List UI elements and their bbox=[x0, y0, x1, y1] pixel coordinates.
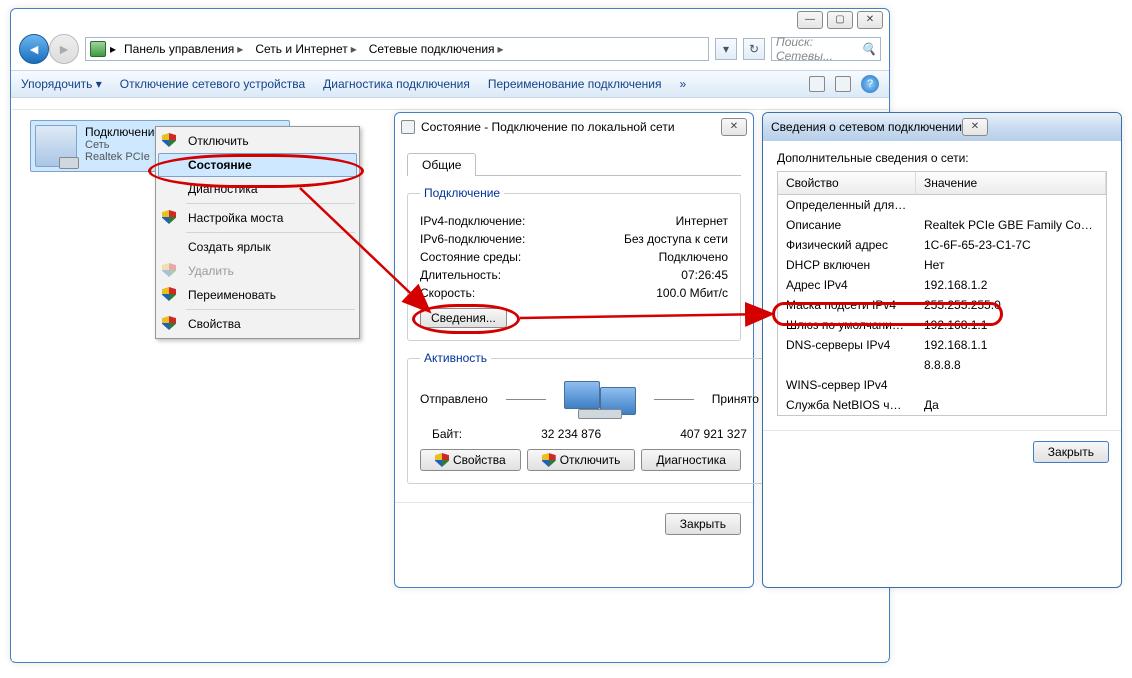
control-panel-icon bbox=[90, 41, 106, 57]
nav-back-button[interactable]: ◄ bbox=[19, 34, 49, 64]
view-options-button[interactable] bbox=[809, 76, 825, 92]
close-button[interactable]: Закрыть bbox=[1033, 441, 1109, 463]
table-row: Определенный для по... bbox=[778, 195, 1106, 215]
activity-icon bbox=[564, 381, 636, 417]
breadcrumb[interactable]: Панель управления▸ bbox=[120, 40, 247, 58]
address-bar[interactable]: ▸ Панель управления▸ Сеть и Интернет▸ Се… bbox=[85, 37, 709, 61]
close-button[interactable]: ✕ bbox=[857, 11, 883, 29]
menu-properties[interactable]: Свойства bbox=[158, 312, 357, 336]
context-menu: Отключить Состояние Диагностика Настройк… bbox=[155, 126, 360, 339]
organize-menu[interactable]: Упорядочить ▾ bbox=[21, 77, 102, 91]
details-dialog: Сведения о сетевом подключении ✕ Дополни… bbox=[762, 112, 1122, 588]
table-row: Физический адрес1C-6F-65-23-C1-7C bbox=[778, 235, 1106, 255]
menu-rename[interactable]: Переименовать bbox=[158, 283, 357, 307]
address-dropdown-button[interactable]: ▾ bbox=[715, 38, 737, 60]
details-table: Свойство Значение Определенный для по...… bbox=[777, 171, 1107, 416]
column-property[interactable]: Свойство bbox=[778, 172, 916, 194]
menu-shortcut[interactable]: Создать ярлык bbox=[158, 235, 357, 259]
close-button[interactable]: ✕ bbox=[721, 118, 747, 136]
table-row: DHCP включенНет bbox=[778, 255, 1106, 275]
refresh-button[interactable]: ↻ bbox=[743, 38, 765, 60]
diagnose-button[interactable]: Диагностика подключения bbox=[323, 77, 470, 91]
menu-diagnose[interactable]: Диагностика bbox=[158, 177, 357, 201]
table-row: Шлюз по умолчанию IP...192.168.1.1 bbox=[778, 315, 1106, 335]
shield-icon bbox=[542, 453, 556, 467]
table-row: 8.8.8.8 bbox=[778, 355, 1106, 375]
activity-group: Активность Отправлено Принято Байт: 32 2… bbox=[407, 351, 772, 484]
details-label: Дополнительные сведения о сети: bbox=[777, 151, 1107, 165]
properties-button[interactable]: Свойства bbox=[420, 449, 521, 471]
toolbar-overflow[interactable]: » bbox=[680, 77, 687, 91]
menu-disconnect[interactable]: Отключить bbox=[158, 129, 357, 153]
close-button[interactable]: ✕ bbox=[962, 118, 988, 136]
disable-button[interactable]: Отключить bbox=[527, 449, 636, 471]
dialog-title: Сведения о сетевом подключении bbox=[771, 120, 962, 134]
tab-general[interactable]: Общие bbox=[407, 153, 476, 176]
menu-delete: Удалить bbox=[158, 259, 357, 283]
table-row: Адрес IPv4192.168.1.2 bbox=[778, 275, 1106, 295]
network-icon bbox=[401, 120, 415, 134]
nav-forward-button[interactable]: ► bbox=[49, 34, 79, 64]
menu-status[interactable]: Состояние bbox=[158, 153, 357, 177]
dialog-title: Состояние - Подключение по локальной сет… bbox=[421, 120, 675, 134]
shield-icon bbox=[162, 316, 176, 330]
column-value[interactable]: Значение bbox=[916, 172, 1106, 194]
search-input[interactable]: Поиск: Сетевы... 🔍 bbox=[771, 37, 881, 61]
minimize-button[interactable]: — bbox=[797, 11, 823, 29]
menu-bridge[interactable]: Настройка моста bbox=[158, 206, 357, 230]
table-row: DNS-серверы IPv4192.168.1.1 bbox=[778, 335, 1106, 355]
maximize-button[interactable]: ▢ bbox=[827, 11, 853, 29]
table-row: Служба NetBIOS через...Да bbox=[778, 395, 1106, 415]
status-dialog: Состояние - Подключение по локальной сет… bbox=[394, 112, 754, 588]
search-icon: 🔍 bbox=[861, 42, 876, 56]
table-row: ОписаниеRealtek PCIe GBE Family Controll… bbox=[778, 215, 1106, 235]
diagnose-button[interactable]: Диагностика bbox=[641, 449, 741, 471]
disable-device-button[interactable]: Отключение сетевого устройства bbox=[120, 77, 305, 91]
network-adapter-icon bbox=[35, 125, 77, 167]
table-row: WINS-сервер IPv4 bbox=[778, 375, 1106, 395]
rename-button[interactable]: Переименование подключения bbox=[488, 77, 662, 91]
shield-icon bbox=[162, 210, 176, 224]
close-button[interactable]: Закрыть bbox=[665, 513, 741, 535]
shield-icon bbox=[162, 287, 176, 301]
connection-group: Подключение IPv4-подключение:Интернет IP… bbox=[407, 186, 741, 341]
details-button[interactable]: Сведения... bbox=[420, 308, 507, 328]
table-row: Маска подсети IPv4255.255.255.0 bbox=[778, 295, 1106, 315]
shield-icon bbox=[435, 453, 449, 467]
help-icon[interactable]: ? bbox=[861, 75, 879, 93]
shield-icon bbox=[162, 263, 176, 277]
toolbar: Упорядочить ▾ Отключение сетевого устрой… bbox=[11, 70, 889, 98]
shield-icon bbox=[162, 133, 176, 147]
breadcrumb[interactable]: Сетевые подключения▸ bbox=[365, 40, 508, 58]
breadcrumb[interactable]: Сеть и Интернет▸ bbox=[251, 40, 360, 58]
window-controls: — ▢ ✕ bbox=[797, 11, 883, 29]
preview-pane-button[interactable] bbox=[835, 76, 851, 92]
